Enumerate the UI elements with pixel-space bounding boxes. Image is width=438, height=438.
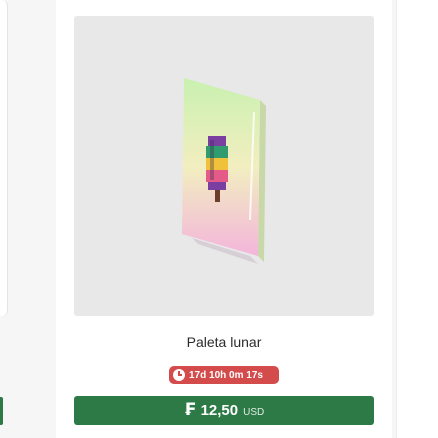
next-item-card[interactable] xyxy=(396,0,438,438)
countdown-text: 17d 10h 0m 17s xyxy=(189,369,263,381)
countdown-badge: 17d 10h 0m 17s xyxy=(169,366,279,384)
price-amount: 12,50 xyxy=(200,402,239,419)
store-item-card[interactable]: Paleta lunar 17d 10h 0m 17s ₣ 12,50 USD xyxy=(56,0,392,438)
popsicle-card-illustration xyxy=(182,78,266,264)
buy-button[interactable]: ₣ 12,50 USD xyxy=(74,396,374,425)
previous-item-card[interactable] xyxy=(0,0,8,316)
previous-item-buy-button[interactable] xyxy=(0,397,3,425)
item-preview-image[interactable] xyxy=(74,16,374,316)
coin-icon: ₣ xyxy=(183,400,196,420)
clock-icon xyxy=(173,369,185,381)
price-currency-code: USD xyxy=(243,406,265,418)
item-title: Paleta lunar xyxy=(186,334,262,350)
